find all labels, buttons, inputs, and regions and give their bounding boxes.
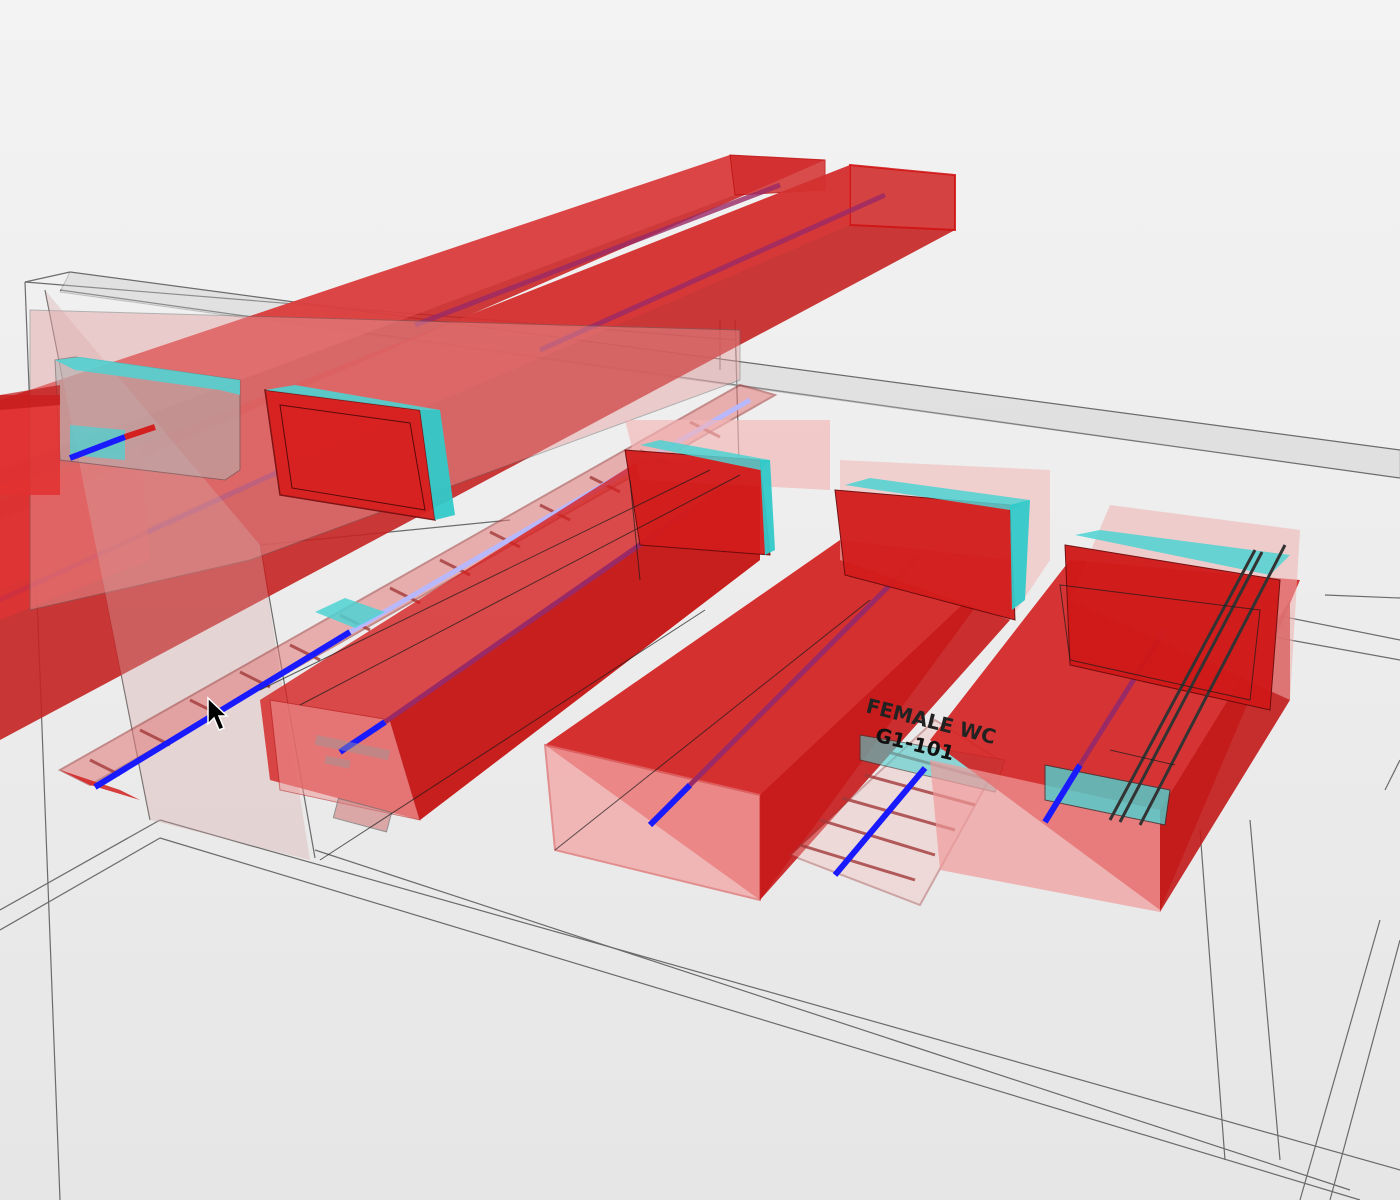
duct-left-end: [0, 385, 60, 495]
model-scene[interactable]: FEMALE WC G1-101: [0, 0, 1400, 1200]
3d-viewport[interactable]: FEMALE WC G1-101: [0, 0, 1400, 1200]
